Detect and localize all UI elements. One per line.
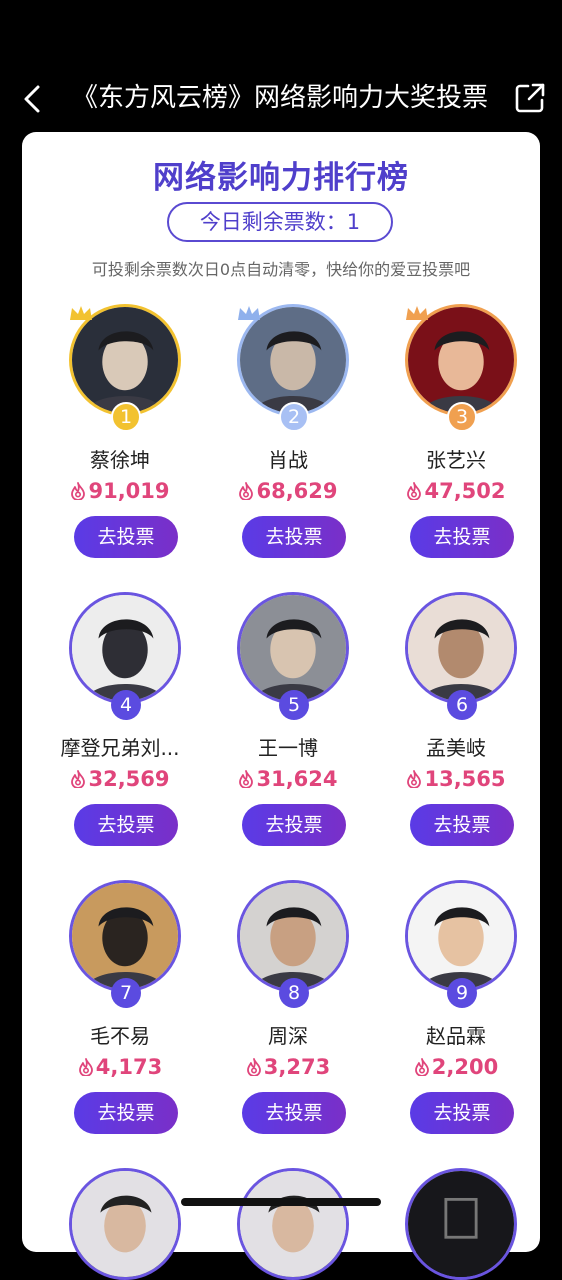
vote-button[interactable]: 去投票 [74, 1092, 178, 1134]
avatar[interactable] [237, 592, 349, 704]
avatar-photo [408, 883, 514, 989]
ranking-item: 2 肖战 68,629 去投票 [204, 268, 372, 558]
vote-count: 3,273 [204, 1055, 372, 1079]
fire-icon [238, 770, 254, 788]
chevron-left-icon [24, 85, 40, 113]
avatar-photo [72, 883, 178, 989]
vote-count-value: 13,565 [424, 767, 506, 791]
avatar[interactable] [69, 1168, 181, 1280]
vote-count-value: 47,502 [424, 479, 506, 503]
rank-badge: 8 [279, 978, 309, 1008]
crown-icon [236, 304, 262, 324]
avatar[interactable] [405, 592, 517, 704]
avatar[interactable] [405, 880, 517, 992]
vote-button[interactable]: 去投票 [74, 804, 178, 846]
avatar-photo [408, 1171, 514, 1277]
rank-badge: 2 [279, 402, 309, 432]
rank-badge: 9 [447, 978, 477, 1008]
fire-icon [78, 1058, 94, 1076]
nominee-name: 毛不易 [90, 1024, 150, 1048]
rank-badge: 7 [111, 978, 141, 1008]
avatar[interactable] [237, 1168, 349, 1280]
rank-badge: 6 [447, 690, 477, 720]
avatar[interactable] [405, 1168, 517, 1280]
home-indicator [181, 1198, 381, 1206]
avatar-photo [72, 595, 178, 701]
vote-button[interactable]: 去投票 [410, 804, 514, 846]
rank-badge: 1 [111, 402, 141, 432]
crown-icon [68, 304, 94, 324]
vote-count-value: 2,200 [431, 1055, 499, 1079]
vote-count: 2,200 [372, 1055, 540, 1079]
nominee-name: 肖战 [268, 448, 308, 472]
fire-icon [414, 1058, 430, 1076]
back-button[interactable] [18, 82, 48, 116]
ranking-item: 1 蔡徐坤 91,019 去投票 [36, 268, 204, 558]
avatar-photo [240, 883, 346, 989]
vote-count-value: 32,569 [88, 767, 170, 791]
avatar[interactable] [69, 880, 181, 992]
vote-count: 4,173 [36, 1055, 204, 1079]
vote-count: 91,019 [36, 479, 204, 503]
rank-badge: 5 [279, 690, 309, 720]
ranking-item: 7 毛不易 4,173 去投票 [36, 844, 204, 1134]
ranking-item: 6 孟美岐 13,565 去投票 [372, 556, 540, 846]
vote-count-value: 91,019 [88, 479, 170, 503]
avatar[interactable] [69, 592, 181, 704]
avatar-photo [240, 595, 346, 701]
vote-count: 13,565 [372, 767, 540, 791]
nominee-name: 孟美岐 [426, 736, 486, 760]
fire-icon [406, 770, 422, 788]
ranking-item: 5 王一博 31,624 去投票 [204, 556, 372, 846]
ranking-item: 3 张艺兴 47,502 去投票 [372, 268, 540, 558]
nominee-name: 蔡徐坤 [90, 448, 150, 472]
nominee-name: 张艺兴 [426, 448, 486, 472]
ranking-item: 8 周深 3,273 去投票 [204, 844, 372, 1134]
page-title: 《东方风云榜》网络影响力大奖投票 [71, 83, 488, 113]
fire-icon [246, 1058, 262, 1076]
fire-icon [70, 482, 86, 500]
vote-count: 32,569 [36, 767, 204, 791]
ranking-item: 9 赵品霖 2,200 去投票 [372, 844, 540, 1134]
crown-icon [404, 304, 430, 324]
rank-badge: 4 [111, 690, 141, 720]
avatar-photo [240, 1171, 346, 1277]
nominee-name: 王一博 [258, 736, 318, 760]
fire-icon [406, 482, 422, 500]
share-button[interactable] [514, 82, 546, 114]
avatar-photo [72, 1171, 178, 1277]
avatar[interactable] [237, 880, 349, 992]
vote-count-value: 31,624 [256, 767, 338, 791]
vote-button[interactable]: 去投票 [242, 804, 346, 846]
nominee-name: 周深 [268, 1024, 308, 1048]
vote-count: 31,624 [204, 767, 372, 791]
vote-count-value: 68,629 [256, 479, 338, 503]
fire-icon [238, 482, 254, 500]
vote-count: 47,502 [372, 479, 540, 503]
ranking-card: 网络影响力排行榜 今日剩余票数：1 可投剩余票数次日0点自动清零，快给你的爱豆投… [22, 132, 540, 1280]
vote-count-value: 3,273 [263, 1055, 331, 1079]
fire-icon [70, 770, 86, 788]
vote-button[interactable]: 去投票 [242, 516, 346, 558]
vote-button[interactable]: 去投票 [410, 516, 514, 558]
vote-button[interactable]: 去投票 [410, 1092, 514, 1134]
rank-badge: 3 [447, 402, 477, 432]
vote-button[interactable]: 去投票 [242, 1092, 346, 1134]
vote-button[interactable]: 去投票 [74, 516, 178, 558]
ranking-item: 4 摩登兄弟刘... 32,569 去投票 [36, 556, 204, 846]
top-nav-bar: 《东方风云榜》网络影响力大奖投票 [0, 68, 562, 128]
ranking-grid: 1 蔡徐坤 91,019 去投票 2 肖战 68,629 去投票 3 张艺兴 47,502 去投票 4 摩… [22, 132, 540, 1280]
avatar-photo [408, 595, 514, 701]
vote-count-value: 4,173 [95, 1055, 163, 1079]
nominee-name: 赵品霖 [426, 1024, 486, 1048]
share-icon [515, 83, 545, 113]
vote-count: 68,629 [204, 479, 372, 503]
nominee-name: 摩登兄弟刘... [60, 736, 180, 760]
